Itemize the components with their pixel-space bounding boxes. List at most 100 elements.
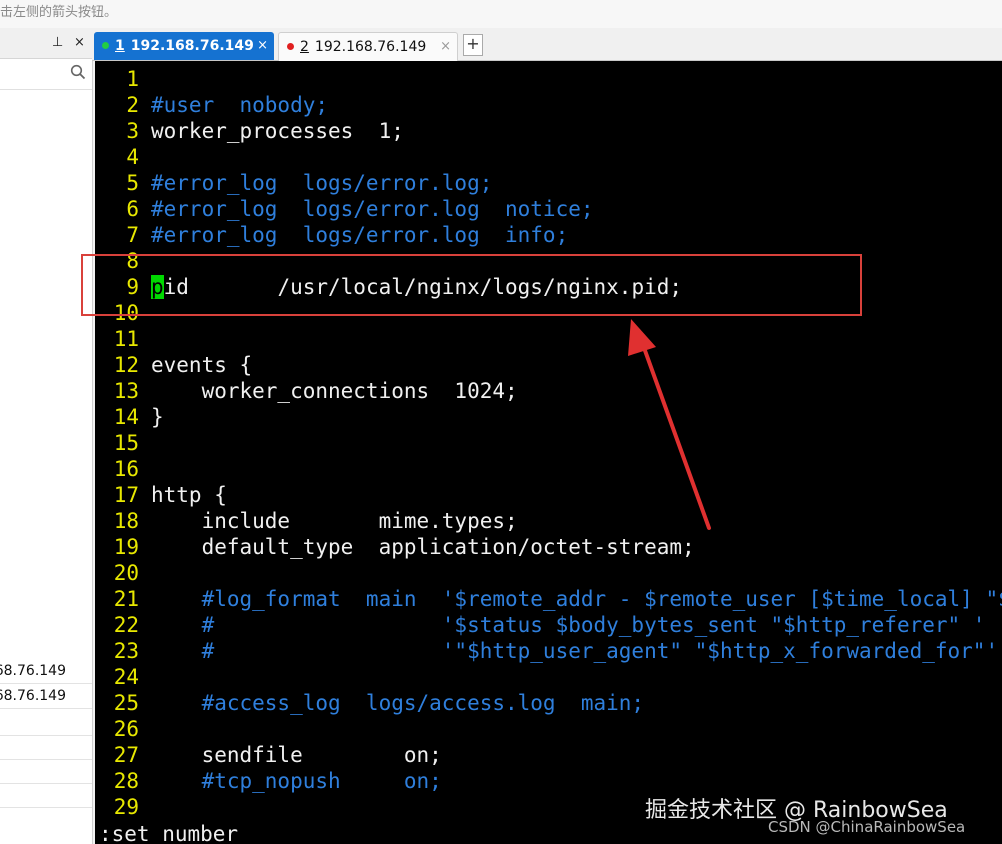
top-hint-text: 击左侧的箭头按钮。 [0,5,118,20]
editor-line: 26 [95,716,151,742]
watermark-secondary: CSDN @ChinaRainbowSea [768,818,966,836]
code-segment: worker_connections 1024; [151,379,518,403]
line-number: 17 [113,483,139,507]
line-number: 26 [113,717,139,741]
line-number: 22 [113,613,139,637]
line-number: 11 [113,327,139,351]
line-code: #error_log logs/error.log notice; [139,197,594,221]
sidebar-close-icon[interactable]: × [74,35,85,50]
search-icon[interactable] [70,64,86,80]
editor-line: 7 #error_log logs/error.log info; [95,222,568,248]
line-number: 24 [113,665,139,689]
tab-close-icon[interactable]: × [257,32,268,60]
line-number: 13 [113,379,139,403]
sidebar-divider [0,783,92,784]
code-segment: worker_processes 1; [151,119,404,143]
line-code: sendfile on; [139,743,442,767]
code-segment: } [151,405,164,429]
tab-session-2[interactable]: 2 192.168.76.149 × [278,32,458,61]
sidebar-session-item[interactable]: 68.76.149 [0,659,92,684]
editor-line: 22 # '$status $body_bytes_sent "$http_re… [95,612,986,638]
session-sidebar: ⊥ × 68.76.149 68.76.149 [0,28,93,844]
editor-line: 17 http { [95,482,227,508]
editor-line: 27 sendfile on; [95,742,442,768]
tab-session-1[interactable]: 1 192.168.76.149 × [94,32,274,60]
tab-bar: 1 192.168.76.149 × 2 192.168.76.149 × + [92,28,1002,61]
code-segment: include mime.types; [151,509,518,533]
code-segment: #tcp_nopush on; [151,769,442,793]
line-number: 21 [113,587,139,611]
code-segment: sendfile on; [151,743,442,767]
tab-close-icon[interactable]: × [440,33,451,61]
editor-line: 4 [95,144,151,170]
tab-title: 192.168.76.149 [314,39,427,55]
line-number: 2 [126,93,139,117]
vim-command-line: :set number [99,822,239,844]
editor-line: 15 [95,430,151,456]
line-number: 18 [113,509,139,533]
terminal-editor[interactable]: :set number 1 2 #user nobody; 3 worker_proce… [95,61,1002,844]
editor-line: 29 [95,794,151,820]
line-number: 4 [126,145,139,169]
editor-line: 6 #error_log logs/error.log notice; [95,196,594,222]
editor-line: 11 [95,326,151,352]
line-number: 14 [113,405,139,429]
line-code: # '$status $body_bytes_sent "$http_refer… [139,613,986,637]
highlight-annotation-box [81,254,862,316]
pin-icon[interactable]: ⊥ [52,35,63,50]
sidebar-session-item[interactable]: 68.76.149 [0,684,92,709]
line-number: 29 [113,795,139,819]
editor-line: 14} [95,404,164,430]
code-segment: #log_format main '$remote_addr - $remote… [201,587,1002,611]
editor-line: 23 # '"$http_user_agent" "$http_x_forwar… [95,638,1002,664]
tab-number: 2 [300,39,309,55]
add-tab-button[interactable]: + [463,34,483,56]
code-segment: #user nobody; [151,93,329,117]
line-number: 6 [126,197,139,221]
line-code: worker_connections 1024; [139,379,518,403]
top-hint-bar: 击左侧的箭头按钮。 [0,0,1002,29]
sidebar-header: ⊥ × [0,28,92,59]
line-code: #error_log logs/error.log info; [139,223,568,247]
code-segment: #error_log logs/error.log info; [151,223,569,247]
code-segment: default_type application/octet-stream; [151,535,695,559]
line-code: # '"$http_user_agent" "$http_x_forwarded… [139,639,1002,663]
line-code: worker_processes 1; [139,119,404,143]
session-status-icon [102,42,109,49]
sidebar-divider [0,735,92,736]
editor-line: 20 [95,560,151,586]
sidebar-divider [0,759,92,760]
editor-line: 1 [95,66,151,92]
line-code: } [139,405,164,429]
sidebar-session-label: 68.76.149 [0,663,66,679]
editor-line: 28 #tcp_nopush on; [95,768,442,794]
code-segment: # '"$http_user_agent" "$http_x_forwarded… [151,639,1002,663]
editor-line: 24 [95,664,151,690]
line-code: #error_log logs/error.log; [139,171,492,195]
editor-line: 5 #error_log logs/error.log; [95,170,492,196]
line-number: 1 [126,67,139,91]
editor-line: 3 worker_processes 1; [95,118,404,144]
line-number: 7 [126,223,139,247]
tab-title: 192.168.76.149 [130,38,254,54]
line-code: http { [139,483,227,507]
line-number: 28 [113,769,139,793]
editor-line: 21 #log_format main '$remote_addr - $rem… [95,586,1002,612]
sidebar-session-label: 68.76.149 [0,688,66,704]
line-code: #log_format main '$remote_addr - $remote… [139,587,1002,611]
line-number: 23 [113,639,139,663]
code-segment: http { [151,483,227,507]
sidebar-search[interactable] [0,59,92,90]
line-number: 25 [113,691,139,715]
code-segment: #error_log logs/error.log notice; [151,197,594,221]
editor-line: 13 worker_connections 1024; [95,378,518,404]
code-segment: events { [151,353,253,377]
line-number: 27 [113,743,139,767]
